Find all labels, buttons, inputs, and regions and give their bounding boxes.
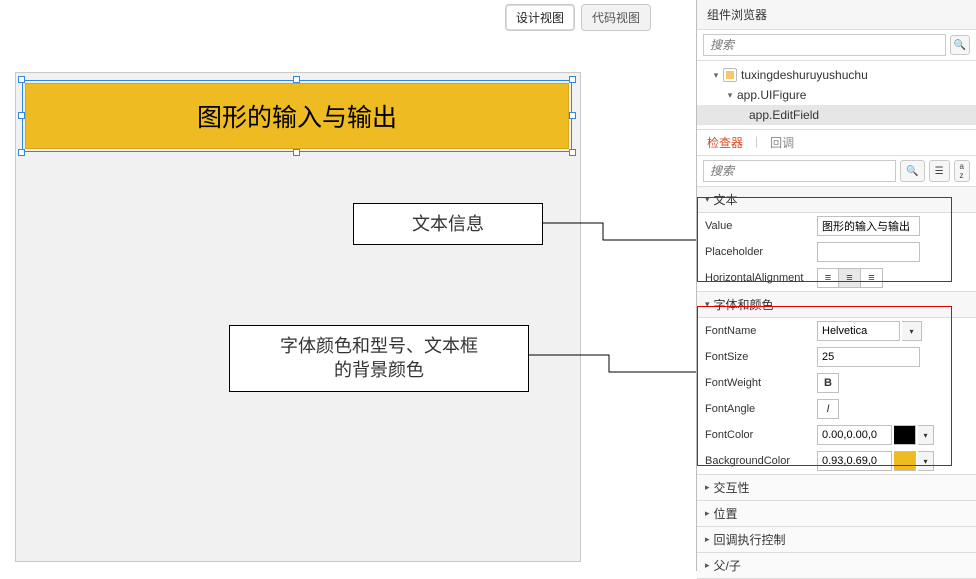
tree-root-label: tuxingdeshuruyushuchu [741,66,868,84]
resize-handle-nw[interactable] [18,76,25,83]
prop-fontsize-input[interactable] [817,347,920,367]
section-interactivity-label: 交互性 [714,479,750,496]
align-left-button[interactable]: ≡ [817,268,839,288]
inspector-alpha-view-button[interactable]: az [954,160,970,182]
resize-handle-se[interactable] [569,149,576,156]
chevron-right-icon: ▸ [705,482,710,493]
prop-value-label: Value [705,220,817,232]
callout-font-info-line1: 字体颜色和型号、文本框 [280,336,478,356]
editfield[interactable]: 图形的输入与输出 [25,83,569,149]
tree-uifigure-expand-icon[interactable]: ▾ [725,86,735,104]
section-font-label: 字体和颜色 [714,296,774,313]
tree-root[interactable]: ▾ tuxingdeshuruyushuchu [697,65,976,85]
editfield-text: 图形的输入与输出 [197,98,397,134]
resize-handle-w[interactable] [18,112,25,119]
section-parent[interactable]: ▸ 父/子 [697,553,976,579]
prop-fontcolor-input[interactable] [817,425,892,445]
section-font[interactable]: ▾ 字体和颜色 [697,292,976,318]
fontcolor-dropdown-button[interactable]: ▾ [918,425,934,445]
bgcolor-swatch[interactable] [894,451,916,471]
chevron-right-icon: ▸ [705,560,710,571]
tree-uifigure[interactable]: ▾ app.UIFigure [697,85,976,105]
section-position[interactable]: ▸ 位置 [697,501,976,527]
prop-fontname-input[interactable] [817,321,900,341]
resize-handle-ne[interactable] [569,76,576,83]
prop-fontname-label: FontName [705,325,817,337]
prop-fontcolor-label: FontColor [705,429,817,441]
component-tree: ▾ tuxingdeshuruyushuchu ▾ app.UIFigure a… [697,61,976,130]
prop-fontweight-label: FontWeight [705,377,817,389]
tree-editfield-label: app.EditField [749,106,819,124]
callout-text-info-label: 文本信息 [412,214,484,234]
chevron-right-icon: ▸ [705,534,710,545]
chevron-down-icon: ▾ [705,194,710,205]
prop-bgcolor-input[interactable] [817,451,892,471]
bgcolor-dropdown-button[interactable]: ▾ [918,451,934,471]
resize-handle-sw[interactable] [18,149,25,156]
fontangle-italic-button[interactable]: I [817,399,839,419]
callout-font-info: 字体颜色和型号、文本框 的背景颜色 [229,325,529,392]
section-parent-label: 父/子 [714,557,741,574]
resize-handle-n[interactable] [293,76,300,83]
editfield-selection[interactable]: 图形的输入与输出 [22,80,572,152]
callout-font-info-line2: 的背景颜色 [334,360,424,380]
tab-callbacks[interactable]: 回调 [770,134,794,151]
prop-bgcolor-label: BackgroundColor [705,455,817,467]
tree-uifigure-label: app.UIFigure [737,86,806,104]
resize-handle-e[interactable] [569,112,576,119]
chevron-right-icon: ▸ [705,508,710,519]
section-callback-ctrl-label: 回调执行控制 [714,531,786,548]
prop-placeholder-input[interactable] [817,242,920,262]
prop-value-input[interactable] [817,216,920,236]
section-interactivity[interactable]: ▸ 交互性 [697,475,976,501]
inspector-search-input[interactable] [703,160,896,182]
tree-root-expand-icon[interactable]: ▾ [711,66,721,84]
callout-text-info: 文本信息 [353,203,543,245]
file-icon [723,68,737,82]
prop-fontangle-label: FontAngle [705,403,817,415]
inspector-category-view-button[interactable]: ☰ [929,160,950,182]
section-callback-ctrl[interactable]: ▸ 回调执行控制 [697,527,976,553]
align-center-button[interactable]: ≡ [839,268,861,288]
fontweight-bold-button[interactable]: B [817,373,839,393]
fontcolor-swatch[interactable] [894,425,916,445]
chevron-down-icon: ▾ [705,299,710,310]
prop-halign-label: HorizontalAlignment [705,272,817,284]
tab-separator: | [755,134,758,151]
browser-search-button[interactable]: 🔍 [950,35,970,55]
prop-placeholder-label: Placeholder [705,246,817,258]
section-text[interactable]: ▾ 文本 [697,187,976,213]
align-right-button[interactable]: ≡ [861,268,883,288]
browser-search-input[interactable] [703,34,946,56]
right-panel: 组件浏览器 🔍 ▾ tuxingdeshuruyushuchu ▾ app.UI… [696,0,976,571]
prop-fontsize-label: FontSize [705,351,817,363]
section-position-label: 位置 [714,505,738,522]
inspector-search-button[interactable]: 🔍 [900,160,924,182]
section-text-label: 文本 [714,191,738,208]
resize-handle-s[interactable] [293,149,300,156]
tab-code-view[interactable]: 代码视图 [581,4,651,31]
tab-inspector[interactable]: 检查器 [707,134,743,151]
component-browser-title: 组件浏览器 [697,0,976,30]
tab-design-view[interactable]: 设计视图 [505,4,575,31]
tree-editfield[interactable]: app.EditField [697,105,976,125]
prop-fontname-dropdown-button[interactable]: ▾ [902,321,922,341]
